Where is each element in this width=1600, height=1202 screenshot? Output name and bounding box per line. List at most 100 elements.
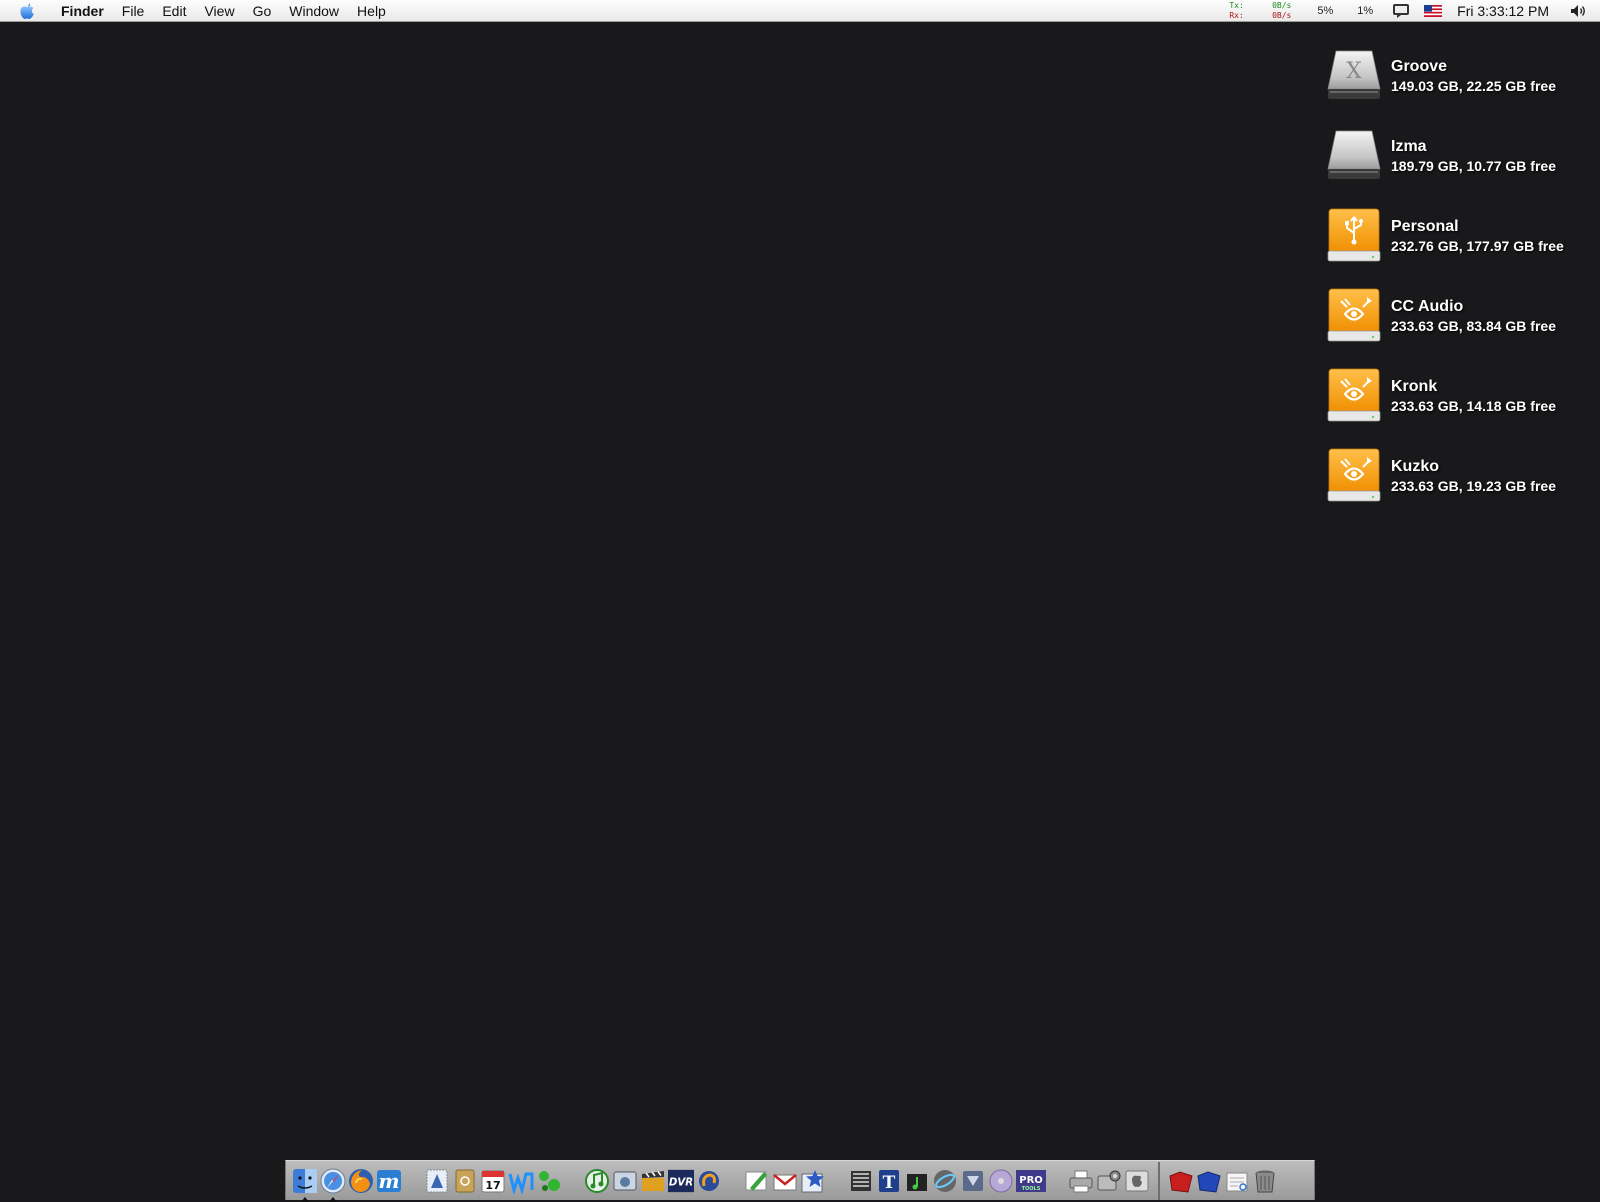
dock-t-app[interactable]: T xyxy=(876,1166,902,1196)
calendar-icon: 17 xyxy=(481,1170,505,1192)
apple-menu-button[interactable] xyxy=(17,0,37,22)
dock-dvr[interactable]: DVR xyxy=(668,1166,694,1196)
pro-tools-logo-subtext: TOOLS xyxy=(1022,1186,1041,1192)
dock-dvd-studio[interactable] xyxy=(988,1166,1014,1196)
apple-window-icon xyxy=(1125,1170,1149,1191)
dock-m-app[interactable]: m xyxy=(376,1166,402,1196)
rx-value: 0B/s xyxy=(1272,11,1292,20)
dock-safari[interactable] xyxy=(320,1166,346,1202)
tx-value: 0B/s xyxy=(1272,1,1292,10)
dock-document[interactable] xyxy=(1224,1166,1250,1196)
mail-stamp-icon xyxy=(426,1169,448,1192)
volume-kronk[interactable]: Kronk 233.63 GB, 14.18 GB free xyxy=(1325,356,1564,436)
document-icon xyxy=(1226,1172,1248,1191)
volume-name: Izma xyxy=(1391,138,1427,155)
dock-star-app[interactable] xyxy=(800,1166,826,1196)
dock-finder[interactable] xyxy=(292,1166,318,1202)
running-indicator xyxy=(301,1196,309,1202)
network-monitor[interactable]: Tx: 0B/s Rx: 0B/s xyxy=(1229,0,1291,22)
volume-izma[interactable]: Izma 189.79 GB, 10.77 GB free xyxy=(1325,116,1564,196)
menu-view[interactable]: View xyxy=(195,0,243,22)
dock-printer[interactable] xyxy=(1068,1166,1094,1196)
volume-kuzko[interactable]: Kuzko 233.63 GB, 19.23 GB free xyxy=(1325,436,1564,516)
volume-info: 232.76 GB, 177.97 GB free xyxy=(1391,238,1564,254)
menu-clock[interactable]: Fri 3:33:12 PM xyxy=(1457,3,1549,19)
desktop-volumes: X Groove 149.03 GB, 22.25 GB free Izma 1… xyxy=(1325,36,1564,516)
dock-red-mail-app[interactable] xyxy=(772,1166,798,1196)
volume-control-button[interactable] xyxy=(1568,0,1590,22)
menu-extras: Tx: 0B/s Rx: 0B/s 5% 1% Fri 3:33:12 PM xyxy=(1229,0,1600,22)
dock-final-cut[interactable] xyxy=(848,1166,874,1196)
apple-icon xyxy=(20,2,34,19)
usb-drive-icon xyxy=(1327,208,1381,262)
dock-round-app[interactable] xyxy=(696,1166,722,1196)
dock-red-folder[interactable] xyxy=(1168,1166,1194,1196)
firewire-drive-icon xyxy=(1327,448,1381,502)
w-app-icon xyxy=(508,1172,534,1194)
dock-motion[interactable] xyxy=(932,1166,958,1196)
motion-icon xyxy=(934,1169,956,1192)
utility-gear-icon xyxy=(1097,1170,1121,1190)
menu-help[interactable]: Help xyxy=(348,0,395,22)
calendar-day: 17 xyxy=(485,1179,500,1192)
firefox-icon xyxy=(349,1168,373,1193)
dock-pro-tools[interactable]: PRO TOOLS xyxy=(1016,1166,1046,1196)
system-drive-icon: X xyxy=(1327,50,1381,99)
dock: m 17 DVR T PRO TOOLS xyxy=(285,1160,1315,1202)
ichat-status-button[interactable] xyxy=(1390,0,1412,22)
compressor-icon xyxy=(963,1170,983,1191)
finder-icon xyxy=(293,1168,317,1193)
dock-green-app[interactable] xyxy=(536,1166,562,1196)
dock-blue-folder[interactable] xyxy=(1196,1166,1222,1196)
dock-ical[interactable]: 17 xyxy=(480,1166,506,1196)
dock-address-book[interactable] xyxy=(452,1166,478,1196)
volume-info: 233.63 GB, 14.18 GB free xyxy=(1391,398,1556,414)
menu-file[interactable]: File xyxy=(113,0,154,22)
pro-tools-logo-text: PRO xyxy=(1019,1175,1043,1186)
dock-trash[interactable] xyxy=(1252,1166,1278,1196)
film-clapper-icon xyxy=(851,1170,871,1191)
volume-name: Kuzko xyxy=(1391,458,1439,475)
dock-utility[interactable] xyxy=(1096,1166,1122,1196)
volume-personal[interactable]: Personal 232.76 GB, 177.97 GB free xyxy=(1325,196,1564,276)
menu-go[interactable]: Go xyxy=(244,0,281,22)
dvr-logo-text: DVR xyxy=(669,1177,693,1188)
blue-star-icon xyxy=(801,1169,824,1192)
svg-text:X: X xyxy=(1346,59,1362,84)
clapper-icon xyxy=(642,1170,664,1191)
volume-cc-audio[interactable]: CC Audio 233.63 GB, 83.84 GB free xyxy=(1325,276,1564,356)
volume-groove[interactable]: X Groove 149.03 GB, 22.25 GB free xyxy=(1325,36,1564,116)
m-app-letter: m xyxy=(378,1169,399,1193)
trash-icon xyxy=(1255,1170,1275,1192)
menu-window[interactable]: Window xyxy=(280,0,348,22)
dock-mail[interactable] xyxy=(424,1166,450,1196)
green-pen-icon xyxy=(745,1171,767,1191)
dock-iphoto[interactable] xyxy=(612,1166,638,1196)
music-clapper-icon xyxy=(907,1173,927,1191)
green-app-icon xyxy=(539,1170,560,1191)
cpu-monitor-2[interactable]: 1% xyxy=(1357,5,1373,17)
t-logo-icon: T xyxy=(879,1169,899,1193)
tx-label: Tx: xyxy=(1229,1,1244,10)
dock-soundtrack[interactable] xyxy=(904,1166,930,1196)
menu-edit[interactable]: Edit xyxy=(153,0,195,22)
dock-itunes[interactable] xyxy=(584,1166,610,1196)
t-logo-letter: T xyxy=(883,1173,896,1193)
input-menu-button[interactable] xyxy=(1422,0,1444,22)
dock-imovie[interactable] xyxy=(640,1166,666,1196)
dock-firefox[interactable] xyxy=(348,1166,374,1196)
dock-pen-app[interactable] xyxy=(744,1166,770,1196)
menu-finder[interactable]: Finder xyxy=(51,0,113,22)
dock-compressor[interactable] xyxy=(960,1166,986,1196)
cpu-monitor-1[interactable]: 5% xyxy=(1317,5,1333,17)
red-folder-icon xyxy=(1169,1170,1193,1193)
dvr-logo-icon: DVR xyxy=(668,1169,694,1192)
dock-w-app[interactable] xyxy=(508,1166,534,1196)
itunes-icon xyxy=(585,1168,609,1193)
dvd-disc-icon xyxy=(989,1169,1013,1192)
blue-folder-icon xyxy=(1197,1170,1221,1193)
volume-name: Kronk xyxy=(1391,378,1438,395)
dock-system-preferences[interactable] xyxy=(1124,1166,1150,1196)
firewire-drive-icon xyxy=(1327,368,1381,422)
volume-info: 233.63 GB, 83.84 GB free xyxy=(1391,318,1556,334)
